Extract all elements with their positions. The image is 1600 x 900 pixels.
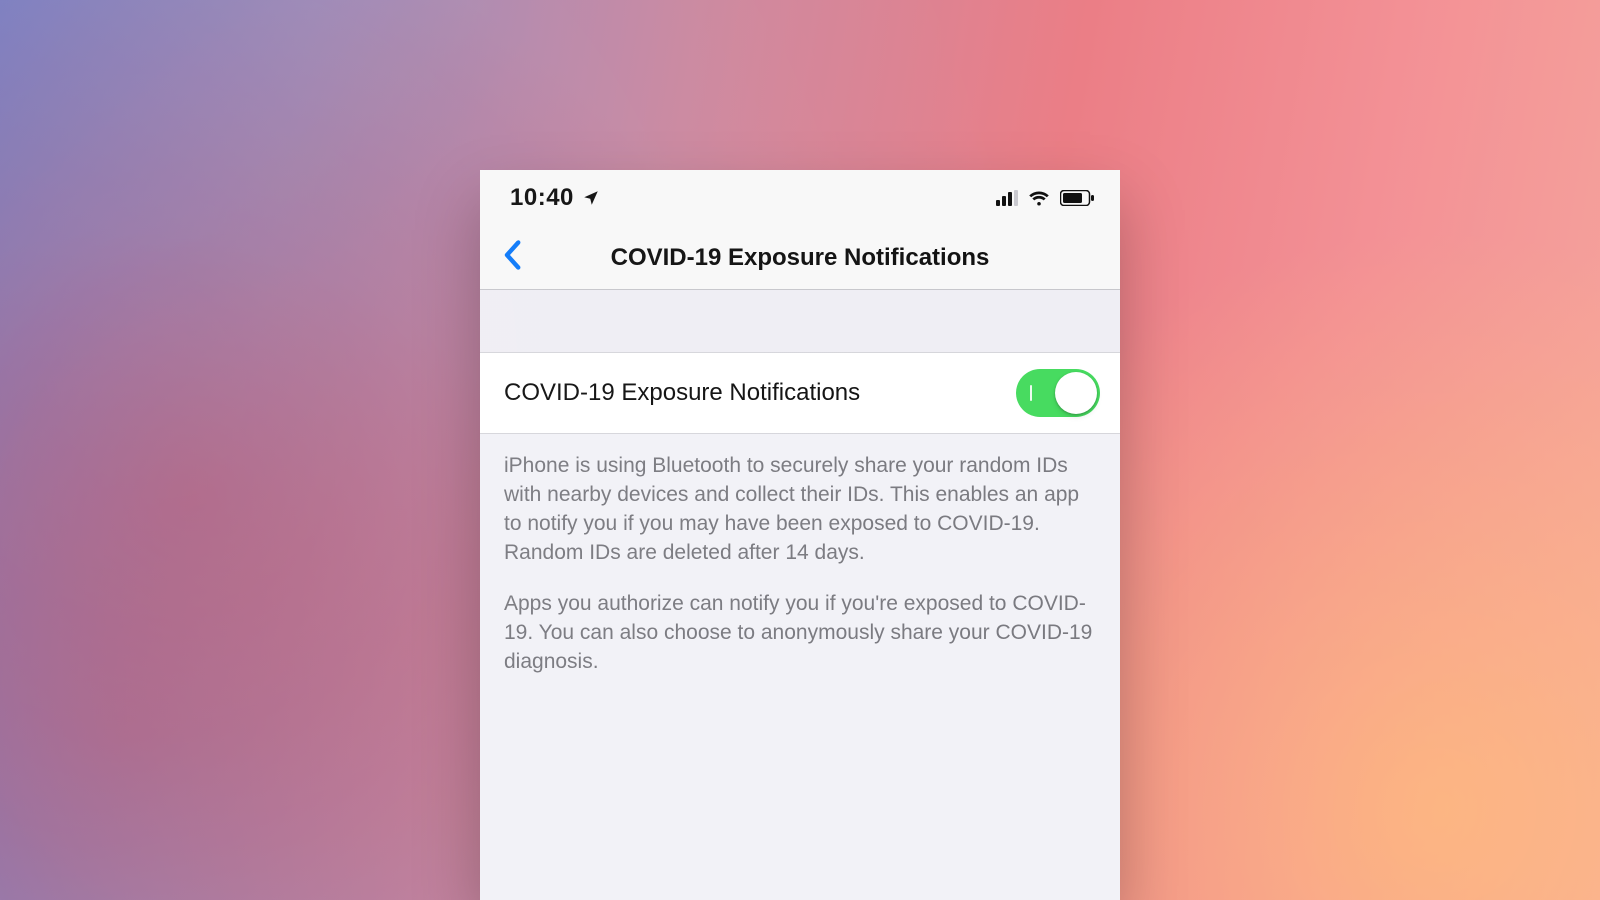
exposure-notifications-label: COVID-19 Exposure Notifications <box>504 379 860 407</box>
location-services-icon <box>582 189 600 207</box>
back-button[interactable] <box>494 238 530 278</box>
status-time: 10:40 <box>510 184 574 212</box>
phone-screen: 10:40 <box>480 170 1120 900</box>
battery-icon <box>1060 190 1094 206</box>
footer-paragraph-1: iPhone is using Bluetooth to securely sh… <box>504 452 1096 568</box>
page-title: COVID-19 Exposure Notifications <box>611 244 990 272</box>
wifi-icon <box>1028 190 1050 206</box>
footer-paragraph-2: Apps you authorize can notify you if you… <box>504 590 1096 677</box>
status-bar-left: 10:40 <box>510 184 600 212</box>
status-bar-right <box>996 190 1094 206</box>
exposure-notifications-row: COVID-19 Exposure Notifications <box>480 352 1120 434</box>
exposure-notifications-toggle[interactable] <box>1016 369 1100 417</box>
toggle-knob <box>1055 372 1097 414</box>
navigation-bar: COVID-19 Exposure Notifications <box>480 226 1120 290</box>
chevron-left-icon <box>503 240 521 275</box>
wallpaper-background: 10:40 <box>0 0 1600 900</box>
cellular-signal-icon <box>996 190 1018 206</box>
section-spacer <box>480 290 1120 352</box>
status-bar: 10:40 <box>480 170 1120 226</box>
section-footer: iPhone is using Bluetooth to securely sh… <box>480 434 1120 677</box>
